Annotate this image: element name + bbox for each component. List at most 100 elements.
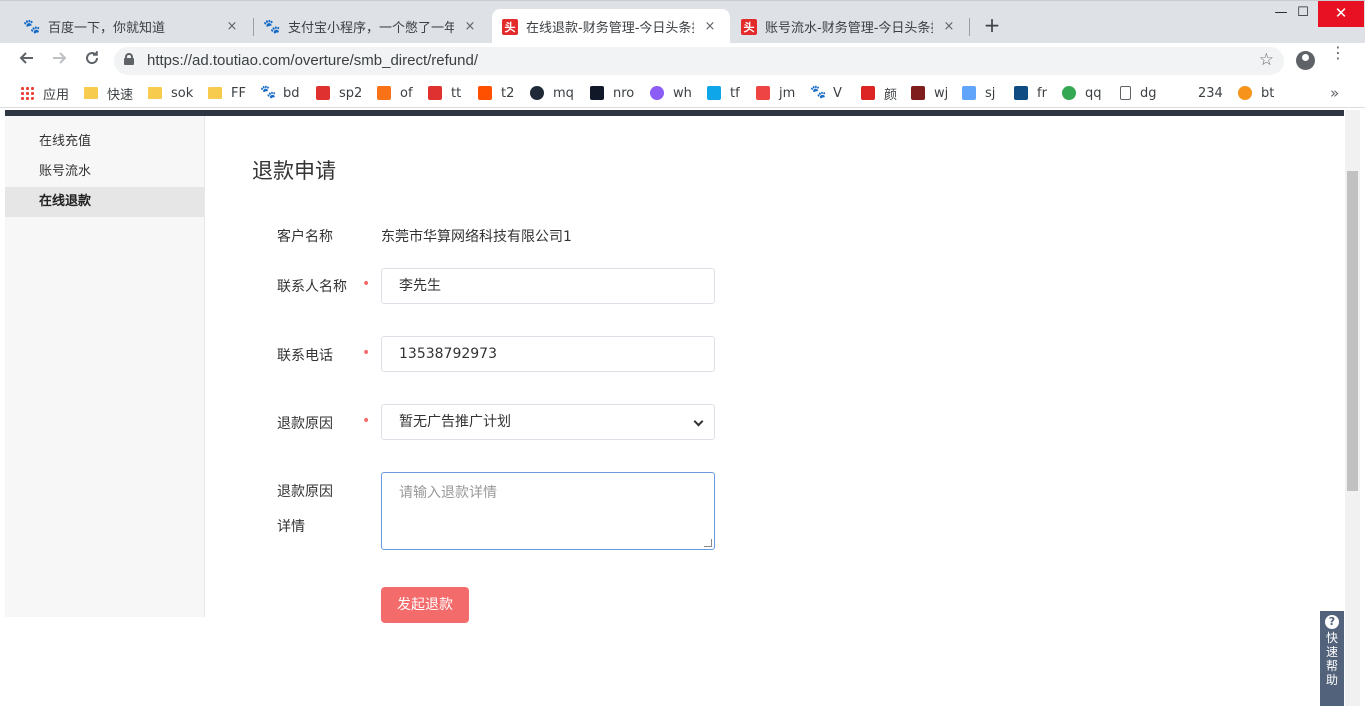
sidebar-item-recharge[interactable]: 在线充值 <box>5 127 204 157</box>
sidebar-item-refund[interactable]: 在线退款 <box>5 187 204 217</box>
bookmark-item[interactable]: of <box>377 83 413 103</box>
back-button[interactable] <box>14 49 38 73</box>
forward-button[interactable] <box>48 49 72 73</box>
resize-handle-icon[interactable] <box>704 539 712 547</box>
close-window-button[interactable]: ✕ <box>1318 1 1364 27</box>
scrollbar-thumb[interactable] <box>1347 171 1358 491</box>
refund-reason-selected: 暂无广告推广计划 <box>399 414 511 430</box>
bookmark-item[interactable]: 快速 <box>84 83 133 103</box>
tab-close-icon[interactable]: × <box>941 19 957 34</box>
tab-close-icon[interactable]: × <box>462 19 478 34</box>
folder-icon <box>148 87 162 99</box>
flame-icon <box>377 86 391 100</box>
tab-baidu[interactable]: 🐾 百度一下，你就知道 × <box>0 9 252 44</box>
bookmark-item[interactable]: 🐾 bd <box>260 83 300 103</box>
required-mark: • <box>362 345 371 361</box>
apps-grid-icon <box>20 86 34 100</box>
bookmark-label: 234 <box>1198 85 1223 101</box>
sidebar-item-account-flow[interactable]: 账号流水 <box>5 157 204 187</box>
bookmark-item[interactable]: 🐾 V <box>810 83 842 103</box>
bookmark-item[interactable]: bt <box>1238 83 1274 103</box>
lock-icon <box>124 53 134 65</box>
chevron-down-icon <box>693 416 704 427</box>
tab-title: 在线退款-财务管理-今日头条投放 <box>526 21 694 36</box>
refund-detail-textarea[interactable]: 请输入退款详情 <box>381 472 715 550</box>
fr-icon <box>1014 86 1028 100</box>
bookmark-item[interactable]: wj <box>911 83 948 103</box>
bookmark-label: mq <box>553 85 574 101</box>
bookmark-item[interactable]: fr <box>1014 83 1047 103</box>
account-icon[interactable] <box>1296 51 1315 70</box>
bookmark-label: wj <box>934 85 949 101</box>
bookmark-label: sok <box>171 85 194 101</box>
tab-close-icon[interactable]: × <box>702 19 718 34</box>
bookmark-item[interactable]: dg <box>1120 83 1157 103</box>
bookmark-star-icon[interactable]: ☆ <box>1259 50 1274 70</box>
customer-name-value: 东莞市华算网络科技有限公司1 <box>381 229 572 245</box>
bookmark-item[interactable]: wh <box>650 83 692 103</box>
bookmark-label: FF <box>231 85 246 101</box>
tab-account-flow[interactable]: 头 账号流水-财务管理-今日头条投放 × <box>731 9 969 44</box>
browser-toolbar: https://ad.toutiao.com/overture/smb_dire… <box>0 43 1365 79</box>
maximize-button[interactable]: ☐ <box>1285 1 1321 27</box>
required-mark: • <box>362 413 371 429</box>
bookmark-item[interactable]: sok <box>148 83 193 103</box>
bookmark-label: tf <box>730 85 740 101</box>
browser-menu-icon[interactable]: ⋮ <box>1330 45 1346 61</box>
tf-icon <box>707 86 721 100</box>
new-tab-button[interactable]: + <box>980 13 1004 37</box>
bookmark-item[interactable]: 颜 <box>861 83 897 103</box>
bookmarks-bar: 应用 快速 sok FF 🐾 bd sp2 of tt t2 mq nro wh tf jm 🐾 V 颜 wj sj f… <box>0 79 1365 108</box>
quick-help-label: 快速帮助 <box>1325 631 1338 687</box>
address-bar[interactable]: https://ad.toutiao.com/overture/smb_dire… <box>114 47 1284 75</box>
toutiao-icon: 头 <box>741 18 757 35</box>
refund-reason-select[interactable]: 暂无广告推广计划 <box>381 404 715 440</box>
bag-icon <box>590 86 604 100</box>
bookmark-label: 快速 <box>107 87 134 103</box>
tab-alipay[interactable]: 🐾 支付宝小程序，一个憋了一年的大 × <box>254 9 490 44</box>
bookmark-item[interactable]: sj <box>962 83 995 103</box>
contact-name-label: 联系人名称 <box>277 279 347 295</box>
bookmark-label: nro <box>613 85 635 101</box>
bookmark-item[interactable]: sp2 <box>316 83 362 103</box>
bookmark-label: sp2 <box>339 85 363 101</box>
submit-refund-button[interactable]: 发起退款 <box>381 587 469 623</box>
refund-reason-label: 退款原因 <box>277 416 333 432</box>
tab-title: 账号流水-财务管理-今日头条投放 <box>765 21 933 36</box>
tab-refund[interactable]: 头 在线退款-财务管理-今日头条投放 × <box>492 9 730 44</box>
bookmark-item[interactable]: tf <box>707 83 740 103</box>
bookmark-item[interactable]: nro <box>590 83 634 103</box>
bookmark-item[interactable]: mq <box>530 83 574 103</box>
bookmark-item[interactable]: jm <box>756 83 795 103</box>
bookmark-item[interactable]: tt <box>428 83 461 103</box>
baidu-paw-icon: 🐾 <box>23 18 41 35</box>
jm-icon <box>756 86 770 100</box>
document-icon <box>1120 86 1131 100</box>
red-badge-icon <box>428 86 442 100</box>
bookmark-label: wh <box>673 85 692 101</box>
bookmark-label: V <box>833 85 842 101</box>
phone-label: 联系电话 <box>277 348 333 364</box>
quick-help-button[interactable]: ? 快速帮助 <box>1320 611 1344 706</box>
refund-detail-placeholder: 请输入退款详情 <box>399 485 497 501</box>
arrow-right-icon <box>53 52 67 64</box>
reload-icon <box>86 51 99 65</box>
contact-name-input[interactable]: 李先生 <box>381 268 715 304</box>
sj-icon <box>962 86 976 100</box>
bookmark-label: dg <box>1140 85 1157 101</box>
bookmark-item[interactable]: 应用 <box>20 83 69 103</box>
reload-button[interactable] <box>80 49 104 73</box>
bookmark-label: 应用 <box>43 87 70 103</box>
phone-input[interactable]: 13538792973 <box>381 336 715 372</box>
w-logo-icon <box>911 86 925 100</box>
tab-title: 支付宝小程序，一个憋了一年的大 <box>288 21 454 36</box>
bookmarks-overflow-icon[interactable]: » <box>1330 84 1339 102</box>
bookmark-item[interactable]: 234 <box>1198 83 1223 103</box>
wave-icon <box>530 86 544 100</box>
bookmark-item[interactable]: qq <box>1062 83 1102 103</box>
page-scrollbar[interactable] <box>1345 110 1360 706</box>
bookmark-item[interactable]: t2 <box>478 83 514 103</box>
bookmark-item[interactable]: FF <box>208 83 246 103</box>
tab-close-icon[interactable]: × <box>224 19 240 34</box>
url-text: https://ad.toutiao.com/overture/smb_dire… <box>147 52 479 69</box>
